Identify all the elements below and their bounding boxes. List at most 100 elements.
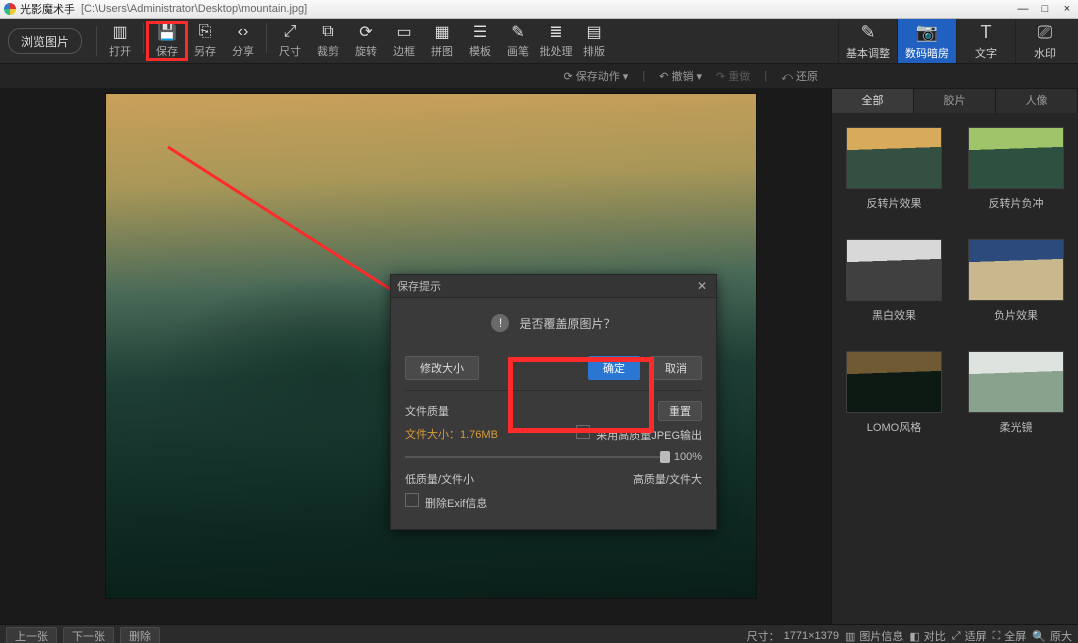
file-path: [C:\Users\Administrator\Desktop\mountain…: [81, 3, 307, 15]
image-info-button[interactable]: ▥ 图片信息: [845, 628, 903, 643]
effect-thumb-invneg[interactable]: 反转片负冲: [964, 127, 1068, 211]
mode-tab-text[interactable]: T文字: [956, 19, 1015, 63]
thumb-label: LOMO风格: [867, 419, 921, 435]
effects-panel: 全部胶片人像 反转片效果 反转片负冲黑白效果 负片效果 LOMO风格 柔光镜: [831, 89, 1078, 624]
fullscreen-button[interactable]: ⛶ 全屏: [993, 628, 1027, 643]
minimize-button[interactable]: —: [1016, 3, 1030, 15]
dialog-title: 保存提示: [397, 278, 441, 294]
mode-tab-basic[interactable]: ✎基本调整: [838, 19, 897, 63]
basic-icon: ✎: [860, 22, 875, 43]
toolbar-share-button[interactable]: ‹› 分享: [224, 23, 262, 59]
high-quality-label: 高质量/文件大: [633, 471, 702, 487]
hq-jpeg-checkbox[interactable]: 采用高质量JPEG输出: [576, 425, 702, 443]
info-icon: !: [491, 314, 509, 332]
thumb-label: 柔光镜: [1000, 419, 1033, 435]
draw-icon: ✎: [508, 23, 528, 41]
zoom-original-button[interactable]: 🔍 原大: [1032, 628, 1072, 643]
cancel-button[interactable]: 取消: [650, 356, 702, 380]
layout-icon: ▤: [584, 23, 604, 41]
filter-tab-2[interactable]: 人像: [996, 89, 1078, 113]
maximize-button[interactable]: □: [1038, 3, 1052, 15]
dialog-close-icon[interactable]: ✕: [694, 278, 710, 294]
toolbar-size-button[interactable]: ⤢尺寸: [271, 23, 309, 59]
filesize-label: 文件大小：1.76MB: [405, 426, 498, 442]
toolbar: 浏览图片 ▥ 打开 💾 保存 ⎘ 另存 ‹› 分享 ⤢尺寸 ⧉ 裁剪 ⟳ 旋转 ▭边框 ▦ 拼图 ☰ 模板 ✎ 画笔 ≣…: [0, 19, 1078, 64]
compare-button[interactable]: ◧ 对比: [909, 628, 945, 643]
saveas-icon: ⎘: [195, 23, 215, 41]
thumb-label: 负片效果: [994, 307, 1038, 323]
effect-thumb-bw[interactable]: 黑白效果: [842, 239, 946, 323]
prev-image-button[interactable]: 上一张: [6, 627, 57, 643]
open-icon: ▥: [110, 23, 130, 41]
image-dimensions: 尺寸：1771×1379: [747, 628, 839, 643]
effect-thumb-lomo[interactable]: LOMO风格: [842, 351, 946, 435]
reset-button[interactable]: 重置: [658, 401, 702, 421]
toolbar-crop-button[interactable]: ⧉ 裁剪: [309, 23, 347, 59]
dialog-message: 是否覆盖原图片？: [519, 315, 615, 332]
status-bar: 上一张 下一张 删除 尺寸：1771×1379 ▥ 图片信息 ◧ 对比 ⤢ 适屏…: [0, 624, 1078, 643]
browse-images-button[interactable]: 浏览图片: [8, 28, 82, 54]
thumb-preview: [968, 127, 1064, 189]
effect-thumb-neg[interactable]: 负片效果: [964, 239, 1068, 323]
filter-tab-1[interactable]: 胶片: [914, 89, 996, 113]
low-quality-label: 低质量/文件小: [405, 471, 474, 487]
toolbar-label: 画笔: [507, 43, 529, 59]
undo-button[interactable]: ↶ 撤销 ▾: [659, 68, 702, 84]
close-button[interactable]: ×: [1060, 3, 1074, 15]
effect-thumb-inv[interactable]: 反转片效果: [842, 127, 946, 211]
toolbar-label: 旋转: [355, 43, 377, 59]
toolbar-label: 拼图: [431, 43, 453, 59]
ok-button[interactable]: 确定: [588, 356, 640, 380]
toolbar-template-button[interactable]: ☰ 模板: [461, 23, 499, 59]
restore-button[interactable]: ⤺ 还原: [781, 68, 818, 84]
toolbar-draw-button[interactable]: ✎ 画笔: [499, 23, 537, 59]
mode-tab-darkroom[interactable]: 📷数码暗房: [897, 19, 956, 63]
quality-slider[interactable]: 100%: [405, 449, 702, 465]
toolbar-label: 排版: [583, 43, 605, 59]
toolbar-label: 另存: [194, 43, 216, 59]
filter-tab-0[interactable]: 全部: [832, 89, 914, 113]
toolbar-rotate-button[interactable]: ⟳ 旋转: [347, 23, 385, 59]
toolbar-saveas-button[interactable]: ⎘ 另存: [186, 23, 224, 59]
delete-button[interactable]: 删除: [120, 627, 160, 643]
darkroom-icon: 📷: [916, 22, 938, 43]
watermark-icon: ⎚: [1038, 22, 1052, 43]
template-icon: ☰: [470, 23, 490, 41]
app-logo: [4, 3, 16, 15]
toolbar-label: 分享: [232, 43, 254, 59]
share-icon: ‹›: [233, 23, 253, 41]
collage-icon: ▦: [432, 23, 452, 41]
toolbar-label: 保存: [156, 43, 178, 59]
fit-screen-button[interactable]: ⤢ 适屏: [952, 628, 987, 643]
thumb-label: 黑白效果: [872, 307, 916, 323]
effect-thumb-soft[interactable]: 柔光镜: [964, 351, 1068, 435]
thumb-preview: [846, 127, 942, 189]
next-image-button[interactable]: 下一张: [63, 627, 114, 643]
toolbar-open-button[interactable]: ▥ 打开: [101, 23, 139, 59]
thumb-preview: [846, 239, 942, 301]
rotate-icon: ⟳: [356, 23, 376, 41]
app-name: 光影魔术手: [20, 1, 75, 17]
batch-icon: ≣: [546, 23, 566, 41]
mode-tab-watermark[interactable]: ⎚水印: [1015, 19, 1074, 63]
toolbar-border-button[interactable]: ▭边框: [385, 23, 423, 59]
thumb-label: 反转片效果: [867, 195, 922, 211]
toolbar-label: 模板: [469, 43, 491, 59]
toolbar-label: 打开: [109, 43, 131, 59]
toolbar-batch-button[interactable]: ≣批处理: [537, 23, 575, 59]
thumb-preview: [846, 351, 942, 413]
crop-icon: ⧉: [318, 23, 338, 41]
save-icon: 💾: [157, 23, 177, 41]
save-action-button[interactable]: ⟳ 保存动作 ▾: [563, 68, 628, 84]
thumb-label: 反转片负冲: [989, 195, 1044, 211]
border-icon: ▭: [394, 23, 414, 41]
quality-label: 文件质量: [405, 403, 658, 419]
redo-button[interactable]: ↷ 重做: [716, 68, 750, 84]
size-icon: ⤢: [280, 23, 300, 41]
toolbar-layout-button[interactable]: ▤ 排版: [575, 23, 613, 59]
exif-checkbox[interactable]: 删除Exif信息: [405, 493, 487, 511]
toolbar-collage-button[interactable]: ▦ 拼图: [423, 23, 461, 59]
resize-button[interactable]: 修改大小: [405, 356, 479, 380]
toolbar-save-button[interactable]: 💾 保存: [148, 23, 186, 59]
toolbar-label: 裁剪: [317, 43, 339, 59]
